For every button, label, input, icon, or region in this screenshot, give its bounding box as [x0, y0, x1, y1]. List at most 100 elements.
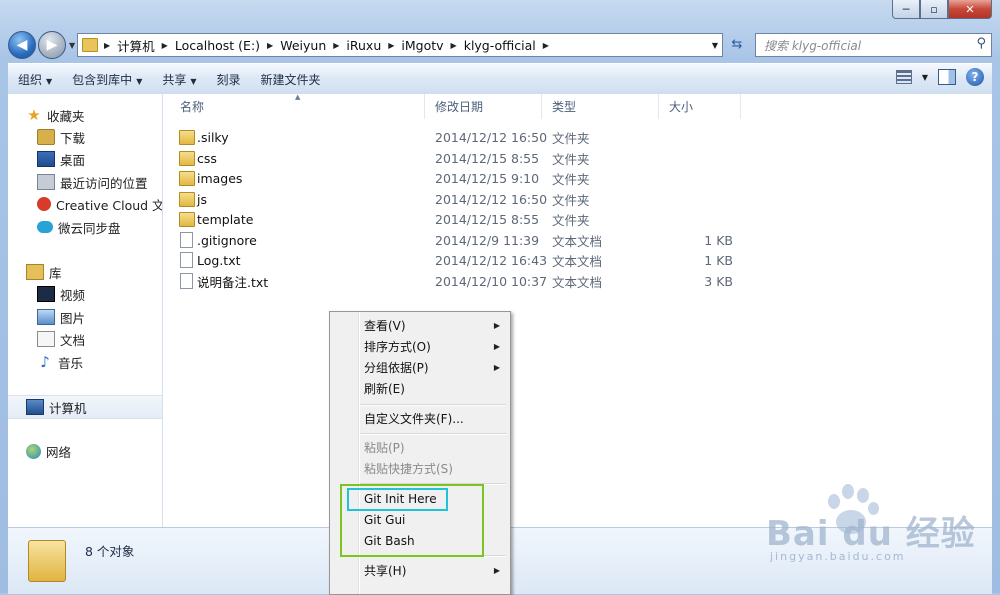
submenu-arrow-icon: ▶ — [493, 363, 500, 372]
chevron-right-icon[interactable]: ▶ — [448, 41, 460, 50]
refresh-icon[interactable]: ⇆ — [726, 34, 748, 54]
menu-separator — [360, 433, 506, 435]
folder-icon — [179, 192, 195, 207]
column-header-modified[interactable]: 修改日期 — [425, 94, 542, 119]
breadcrumb-klyg-official[interactable]: klyg-official — [460, 38, 540, 53]
nav-favorites[interactable]: ★ 收藏夹 — [26, 104, 180, 126]
table-row[interactable]: 说明备注.txt 2014/12/10 10:37 文本文档 3 KB — [175, 271, 735, 291]
file-modified: 2014/12/12 16:50 — [435, 191, 548, 207]
maximize-button[interactable]: ▫ — [920, 0, 948, 19]
column-header-name[interactable]: 名称 ▲ — [163, 93, 425, 119]
documents-library-icon — [37, 331, 55, 347]
column-header-type[interactable]: 类型 — [542, 94, 659, 119]
forward-button[interactable]: ▶ — [38, 31, 66, 59]
folder-icon — [82, 38, 98, 52]
back-button[interactable]: ◀ — [8, 31, 36, 59]
help-icon[interactable]: ? — [966, 68, 984, 86]
search-box[interactable]: 搜索 klyg-official ⚲ — [755, 33, 992, 57]
menu-item-share[interactable]: 共享(H) ▶ — [330, 560, 510, 581]
table-row[interactable]: .silky 2014/12/12 16:50 文件夹 — [175, 127, 735, 147]
table-row[interactable]: js 2014/12/12 16:50 文件夹 — [175, 189, 735, 209]
nav-network[interactable]: 网络 — [26, 440, 180, 462]
text-file-icon — [180, 273, 193, 289]
pictures-library-icon — [37, 309, 55, 325]
command-bar: 组织 ▼ 包含到库中 ▼ 共享 ▼ 刻录 新建文件夹 ▼ ? — [8, 63, 992, 95]
table-row[interactable]: css 2014/12/15 8:55 文件夹 — [175, 148, 735, 168]
file-size: 3 KB — [704, 273, 733, 289]
music-note-icon: ♪ — [40, 353, 50, 371]
preview-pane-icon[interactable] — [938, 69, 956, 85]
breadcrumb-computer[interactable]: 计算机 — [113, 36, 159, 55]
sort-ascending-icon: ▲ — [295, 93, 301, 101]
file-type: 文件夹 — [552, 192, 590, 208]
column-header-size[interactable]: 大小 — [659, 94, 741, 119]
navigation-buttons: ◀ ▶ ▼ — [8, 31, 75, 59]
breadcrumb-weiyun[interactable]: Weiyun — [276, 38, 330, 53]
menu-item-refresh[interactable]: 刷新(E) — [330, 378, 510, 399]
folder-icon — [179, 171, 195, 186]
table-row[interactable]: images 2014/12/15 9:10 文件夹 — [175, 168, 735, 188]
file-name: js — [197, 191, 207, 207]
menu-item-sort[interactable]: 排序方式(O) ▶ — [330, 336, 510, 357]
menu-item-view[interactable]: 查看(V) ▶ — [330, 315, 510, 336]
file-size: 1 KB — [704, 252, 733, 268]
search-input[interactable]: 搜索 klyg-official — [756, 37, 861, 54]
chevron-right-icon[interactable]: ▶ — [540, 41, 552, 50]
file-name: images — [197, 170, 243, 186]
chevron-down-icon[interactable]: ▼ — [922, 73, 928, 82]
new-folder-button[interactable]: 新建文件夹 — [251, 71, 331, 88]
chevron-down-icon: ▼ — [46, 76, 53, 86]
chevron-right-icon[interactable]: ▶ — [101, 41, 113, 50]
nav-item-creative-cloud[interactable]: Creative Cloud 文件 — [37, 193, 162, 215]
menu-item-customize-folder[interactable]: 自定义文件夹(F)... — [330, 408, 510, 429]
item-count: 8 个对象 — [85, 544, 135, 559]
file-modified: 2014/12/9 11:39 — [435, 232, 540, 248]
downloads-folder-icon — [37, 129, 55, 145]
table-row[interactable]: Log.txt 2014/12/12 16:43 文本文档 1 KB — [175, 250, 735, 270]
file-type: 文本文档 — [552, 233, 603, 249]
close-button[interactable]: ✕ — [948, 0, 992, 19]
chevron-right-icon[interactable]: ▶ — [159, 41, 171, 50]
include-in-library-button[interactable]: 包含到库中 ▼ — [62, 71, 152, 88]
library-icon — [26, 264, 44, 280]
share-button[interactable]: 共享 ▼ — [152, 71, 206, 88]
chevron-right-icon[interactable]: ▶ — [385, 41, 397, 50]
table-row[interactable]: .gitignore 2014/12/9 11:39 文本文档 1 KB — [175, 230, 735, 250]
file-type: 文本文档 — [552, 274, 603, 290]
file-name: .gitignore — [197, 232, 257, 248]
network-icon — [26, 443, 41, 459]
submenu-arrow-icon: ▶ — [493, 321, 500, 330]
address-history-dropdown-icon[interactable]: ▼ — [712, 41, 718, 50]
address-bar[interactable]: ▶ 计算机 ▶ Localhost (E:) ▶ Weiyun ▶ iRuxu … — [77, 33, 723, 57]
breadcrumb-localhost[interactable]: Localhost (E:) — [171, 38, 264, 53]
cloud-sync-icon — [37, 221, 53, 233]
chevron-down-icon: ▼ — [190, 76, 197, 86]
file-name: .silky — [197, 129, 229, 145]
file-size: 1 KB — [704, 232, 733, 248]
breadcrumb-iruxu[interactable]: iRuxu — [342, 38, 385, 53]
file-modified: 2014/12/12 16:50 — [435, 129, 548, 145]
baidu-jingyan-watermark: Bai du 经验 jingyan.baidu.com — [760, 480, 990, 580]
file-modified: 2014/12/15 8:55 — [435, 211, 540, 227]
creative-cloud-icon — [37, 197, 51, 211]
recent-pages-dropdown-icon[interactable]: ▼ — [69, 41, 75, 50]
chevron-right-icon[interactable]: ▶ — [264, 41, 276, 50]
folder-icon — [179, 151, 195, 166]
burn-button[interactable]: 刻录 — [207, 71, 251, 88]
breadcrumb-imgotv[interactable]: iMgotv — [397, 38, 447, 53]
search-icon[interactable]: ⚲ — [976, 36, 986, 51]
file-name: 说明备注.txt — [197, 274, 269, 290]
file-modified: 2014/12/12 16:43 — [435, 252, 548, 268]
menu-item-paste: 粘贴(P) — [364, 441, 405, 455]
view-options-icon[interactable] — [895, 70, 912, 84]
minimize-button[interactable]: ─ — [892, 0, 920, 19]
chevron-down-icon: ▼ — [136, 76, 143, 86]
table-row[interactable]: template 2014/12/15 8:55 文件夹 — [175, 209, 735, 229]
nav-libraries[interactable]: 库 — [26, 261, 180, 283]
menu-item-group[interactable]: 分组依据(P) ▶ — [330, 357, 510, 378]
organize-button[interactable]: 组织 ▼ — [8, 71, 62, 88]
file-modified: 2014/12/15 9:10 — [435, 170, 540, 186]
git-init-highlight — [347, 488, 448, 511]
nav-computer[interactable]: 计算机 — [8, 395, 162, 419]
chevron-right-icon[interactable]: ▶ — [330, 41, 342, 50]
